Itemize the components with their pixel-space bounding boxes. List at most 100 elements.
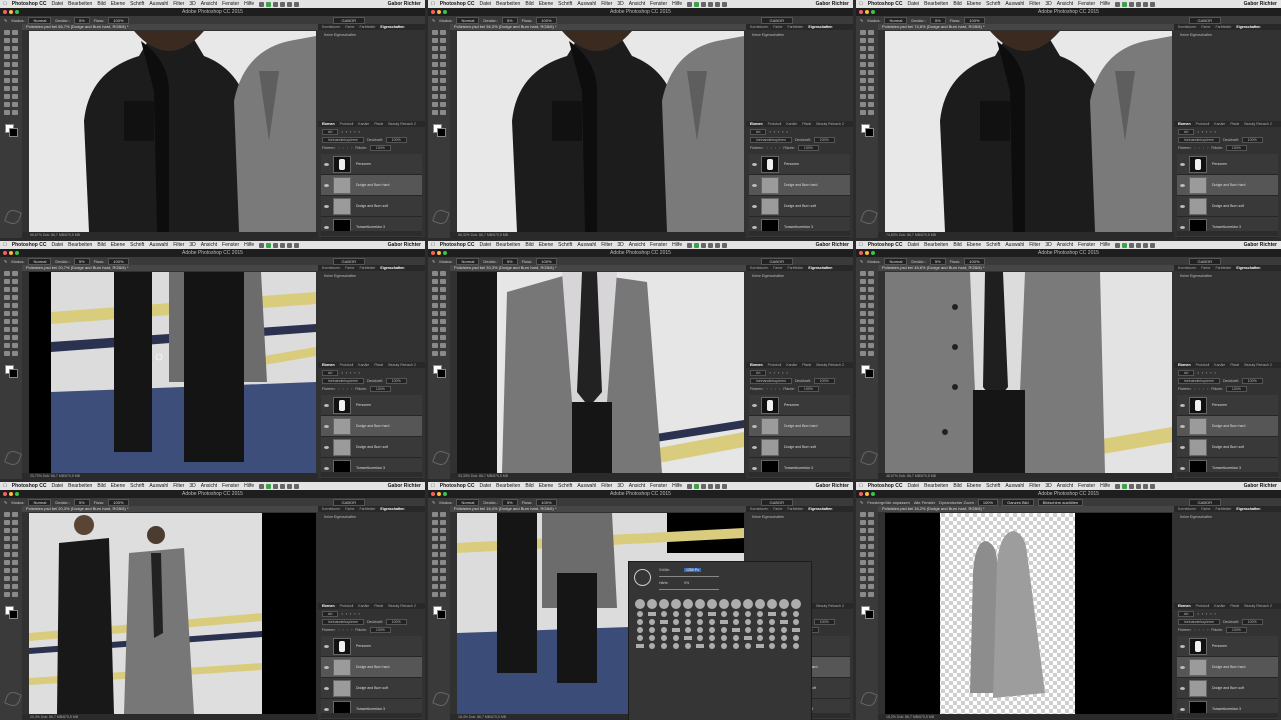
tool-icon[interactable] bbox=[868, 552, 874, 557]
document-canvas[interactable] bbox=[29, 272, 316, 473]
layer-opacity-field[interactable]: 100% bbox=[813, 377, 835, 384]
zoom-readout[interactable]: 48,57% bbox=[886, 474, 898, 478]
tray-icon[interactable] bbox=[1122, 242, 1128, 248]
tool-icon[interactable] bbox=[12, 303, 18, 308]
layer-row[interactable]: Dodge and Burn hard bbox=[749, 416, 850, 437]
eye-icon[interactable] bbox=[1180, 183, 1185, 187]
workspace-select[interactable]: GABOR bbox=[332, 498, 365, 506]
layer-name[interactable]: Tonwertkorrektur 3 bbox=[784, 466, 813, 470]
tool-icon[interactable] bbox=[440, 311, 446, 316]
eye-icon[interactable] bbox=[752, 403, 757, 407]
tool-icon[interactable] bbox=[860, 303, 866, 308]
tool-icon[interactable] bbox=[4, 319, 10, 324]
panel-tab[interactable]: Pfade bbox=[1230, 362, 1239, 368]
eye-icon[interactable] bbox=[752, 183, 757, 187]
tray-icon[interactable] bbox=[273, 242, 279, 248]
background-color-swatch[interactable] bbox=[437, 128, 446, 137]
menu-item[interactable]: Bild bbox=[525, 1, 533, 7]
filter-icon[interactable]: ▪ bbox=[769, 371, 770, 375]
user-name[interactable]: Gabor Richter bbox=[388, 242, 425, 248]
tool-icon[interactable] bbox=[440, 552, 446, 557]
menu-item[interactable]: Filter bbox=[1029, 483, 1040, 489]
mode-select[interactable]: Normal bbox=[28, 498, 52, 506]
tool-icon[interactable] bbox=[12, 102, 18, 107]
tool-icon[interactable] bbox=[4, 327, 10, 332]
panel-tab[interactable]: Ebenen bbox=[322, 603, 335, 609]
layer-filter-select[interactable]: Art bbox=[322, 369, 339, 376]
brush-preset-tip[interactable] bbox=[743, 599, 753, 609]
tray-icon[interactable] bbox=[266, 483, 272, 489]
menu-item[interactable]: 3D bbox=[1045, 1, 1051, 7]
layer-name[interactable]: Personen bbox=[1212, 644, 1227, 648]
document-canvas[interactable] bbox=[457, 31, 744, 232]
option-fill-screen[interactable]: Bildschirm ausfüllen bbox=[1037, 498, 1084, 506]
app-menu[interactable]: Photoshop CC bbox=[12, 483, 47, 489]
panel-tab[interactable]: Farbe bbox=[773, 24, 782, 30]
close-button[interactable] bbox=[431, 492, 435, 496]
tool-icon[interactable] bbox=[432, 287, 438, 292]
close-button[interactable] bbox=[859, 251, 863, 255]
layer-row[interactable]: Dodge and Burn soft bbox=[1177, 196, 1278, 217]
brush-preset-tip[interactable] bbox=[649, 635, 655, 641]
panel-tab[interactable]: Pfade bbox=[802, 362, 811, 368]
lock-icon[interactable]: ▫ bbox=[1199, 387, 1200, 391]
layer-opacity-field[interactable]: 100% bbox=[385, 136, 407, 143]
document-tab[interactable]: Polizisten.psd bei 66,7% (Dodge and Burn… bbox=[22, 24, 320, 30]
panel-tab[interactable]: Protokoll bbox=[1196, 121, 1210, 127]
tool-icon[interactable] bbox=[4, 287, 10, 292]
eye-icon[interactable] bbox=[324, 225, 329, 229]
brush-preset-tip[interactable] bbox=[745, 627, 751, 633]
filter-icon[interactable]: ▪ bbox=[350, 130, 351, 134]
tool-icon[interactable] bbox=[860, 335, 866, 340]
menu-item[interactable]: Bild bbox=[97, 483, 105, 489]
tool-icon[interactable] bbox=[868, 110, 874, 115]
panel-tab[interactable]: Kanäle bbox=[358, 121, 369, 127]
apple-icon[interactable]:  bbox=[431, 1, 435, 7]
tray-icon[interactable] bbox=[722, 1, 728, 7]
tool-icon[interactable] bbox=[432, 327, 438, 332]
eye-icon[interactable] bbox=[1180, 644, 1185, 648]
menu-item[interactable]: Schrift bbox=[130, 1, 144, 7]
document-tab[interactable]: Polizisten.psd bei 16,2% (Dodge and Burn… bbox=[878, 506, 1176, 512]
zoom-button[interactable] bbox=[871, 492, 875, 496]
menu-item[interactable]: Bearbeiten bbox=[924, 1, 948, 7]
brush-preset-tip[interactable] bbox=[671, 599, 681, 609]
tool-icon[interactable] bbox=[432, 536, 438, 541]
tool-icon[interactable] bbox=[440, 512, 446, 517]
tool-icon[interactable] bbox=[12, 343, 18, 348]
panel-tab[interactable]: Kanäle bbox=[1214, 121, 1225, 127]
brush-preset-tip[interactable] bbox=[660, 620, 668, 624]
menu-item[interactable]: Fenster bbox=[650, 483, 667, 489]
filter-icon[interactable]: ▪ bbox=[1214, 371, 1215, 375]
tool-icon[interactable] bbox=[868, 560, 874, 565]
background-color-swatch[interactable] bbox=[9, 128, 18, 137]
canvas-image[interactable] bbox=[457, 272, 744, 473]
panel-tab[interactable]: Farbfelder bbox=[787, 506, 803, 512]
layer-filter-select[interactable]: Art bbox=[1178, 128, 1195, 135]
filter-icon[interactable]: ▪ bbox=[1202, 130, 1203, 134]
menu-item[interactable]: Filter bbox=[1029, 242, 1040, 248]
document-tab[interactable]: Polizisten.psd bei 20,3% (Dodge and Burn… bbox=[22, 506, 320, 512]
layer-row[interactable]: Dodge and Burn soft bbox=[321, 437, 422, 458]
tool-icon[interactable] bbox=[440, 271, 446, 276]
brush-preset-tip[interactable] bbox=[781, 643, 787, 649]
eye-icon[interactable] bbox=[1180, 466, 1185, 470]
opacity-field[interactable]: 5% bbox=[501, 257, 518, 265]
eye-icon[interactable] bbox=[752, 204, 757, 208]
blend-mode-select[interactable]: Ineinanderkopieren bbox=[750, 377, 792, 384]
zoom-readout[interactable]: 16,2% bbox=[886, 715, 896, 719]
filter-icon[interactable]: ▪ bbox=[341, 371, 342, 375]
tool-icon[interactable] bbox=[440, 54, 446, 59]
tool-icon[interactable] bbox=[860, 295, 866, 300]
tool-icon[interactable] bbox=[440, 327, 446, 332]
tool-icon[interactable] bbox=[432, 343, 438, 348]
lock-icon[interactable]: ▫ bbox=[779, 387, 780, 391]
app-menu[interactable]: Photoshop CC bbox=[868, 1, 903, 7]
panel-tab[interactable]: Korrekturen bbox=[322, 506, 340, 512]
background-color-swatch[interactable] bbox=[437, 369, 446, 378]
workspace-select[interactable]: GABOR bbox=[332, 16, 365, 24]
brush-preset-tip[interactable] bbox=[672, 628, 680, 632]
document-tab[interactable]: Polizisten.psd bei 20,7% (Dodge and Burn… bbox=[22, 265, 320, 271]
minimize-button[interactable] bbox=[865, 10, 869, 14]
tool-icon[interactable] bbox=[432, 295, 438, 300]
